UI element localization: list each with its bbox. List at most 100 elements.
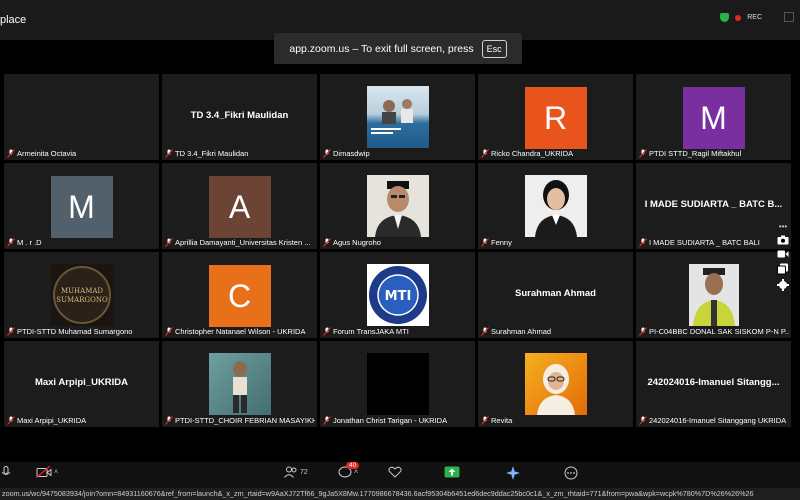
participant-tile[interactable]: M PTDI STTD_Ragil Miftakhul [636, 74, 791, 160]
participant-name-row: Ricko Chandra_UKRIDA [481, 149, 631, 158]
participant-name-row: PTDI-STTD Muhamad Sumargono [7, 327, 157, 336]
participant-logo: MUHAMAD SUMARGONO [50, 264, 113, 326]
participant-display-name: I MADE SUDIARTA _ BATC B... [644, 199, 783, 210]
microphone-icon [1, 466, 11, 475]
mute-control[interactable] [0, 466, 12, 478]
participant-tile[interactable]: PTDI-STTD_CHOIR FEBRIAN MASAYIKH [162, 341, 317, 427]
participant-tile[interactable]: MUHAMAD SUMARGONO PTDI-STTD Muhamad Sumar… [4, 252, 159, 338]
participant-name-row: TD 3.4_Fikri Maulidan [165, 149, 315, 158]
mic-muted-icon [323, 149, 331, 158]
mic-muted-icon [7, 416, 15, 425]
participant-name-row: Agus Nugroho [323, 238, 473, 247]
participant-tile[interactable]: MTI Forum TransJAKA MTI [320, 252, 475, 338]
chat-button[interactable]: 40 ˄ [338, 462, 360, 478]
participant-tile[interactable]: TD 3.4_Fikri Maulidan TD 3.4_Fikri Mauli… [162, 74, 317, 160]
mic-muted-icon [165, 149, 173, 158]
participant-tile[interactable]: Surahman Ahmad Surahman Ahmad [478, 252, 633, 338]
participant-tile[interactable]: Revita [478, 341, 633, 427]
participant-display-name: Maxi Arpipi_UKRIDA [34, 377, 129, 388]
gallery-view-icon[interactable] [784, 12, 794, 22]
participant-tile[interactable]: R Ricko Chandra_UKRIDA [478, 74, 633, 160]
mic-muted-icon [481, 327, 489, 336]
logo-text-line-1: MUHAMAD [60, 287, 102, 295]
side-tools: ••• [774, 222, 792, 291]
record-dot-icon [735, 14, 742, 21]
participant-name: PTDI-STTD_CHOIR FEBRIAN MASAYIKH [175, 416, 315, 425]
mic-muted-icon [165, 238, 173, 247]
participant-tile[interactable]: C Christopher Natanael Wilson - UKRIDA [162, 252, 317, 338]
participant-name: Revita [491, 416, 513, 425]
gear-icon[interactable] [777, 279, 789, 291]
more-button[interactable] [564, 466, 578, 480]
participant-tile[interactable]: 242024016-Imanuel Sitangg... 242024016-I… [636, 341, 791, 427]
participant-tile[interactable]: Agus Nugroho [320, 163, 475, 249]
participant-tile[interactable]: I MADE SUDIARTA _ BATC B... I MADE SUDIA… [636, 163, 791, 249]
participant-tile[interactable]: PI-C04BBC DONAL SAK SISKOM P-N P... [636, 252, 791, 338]
participant-name: Forum TransJAKA MTI [333, 327, 409, 336]
layers-icon[interactable] [777, 263, 789, 275]
chevron-up-icon[interactable]: ˄ [354, 469, 358, 476]
video-gallery: Armeinita Octavia TD 3.4_Fikri Maulidan … [4, 74, 792, 428]
participant-tile[interactable]: Maxi Arpipi_UKRIDA Maxi Arpipi_UKRIDA [4, 341, 159, 427]
participant-name: I MADE SUDIARTA _ BATC BALI [649, 238, 760, 247]
chat-unread-badge: 40 [346, 462, 360, 469]
participant-logo: MTI [366, 264, 429, 326]
participant-name-row: Revita [481, 416, 631, 425]
mic-muted-icon [323, 238, 331, 247]
participant-name-row: Jonathan Christ Tarigan - UKRIDA [323, 416, 473, 425]
more-options-icon[interactable]: ••• [779, 222, 787, 231]
participant-name-row: Aprillia Damayanti_Universitas Kristen .… [165, 238, 315, 247]
participant-tile[interactable]: M M . r .D [4, 163, 159, 249]
participant-photo [688, 264, 739, 326]
mic-muted-icon [639, 416, 647, 425]
fullscreen-banner: app.zoom.us – To exit full screen, press… [274, 33, 522, 64]
mic-muted-icon [323, 416, 331, 425]
participant-avatar: M [682, 87, 745, 149]
chevron-up-icon[interactable]: ˄ [54, 469, 58, 476]
participant-tile[interactable]: A Aprillia Damayanti_Universitas Kristen… [162, 163, 317, 249]
participant-name: Jonathan Christ Tarigan - UKRIDA [333, 416, 448, 425]
participant-tile[interactable]: Dimasdwip [320, 74, 475, 160]
participant-name: Fenny [491, 238, 512, 247]
share-screen-button[interactable] [444, 466, 460, 478]
mic-muted-icon [323, 327, 331, 336]
participant-name-row: Fenny [481, 238, 631, 247]
participant-name-row: M . r .D [7, 238, 157, 247]
participant-tile[interactable]: Jonathan Christ Tarigan - UKRIDA [320, 341, 475, 427]
recording-label: REC [747, 14, 762, 21]
address-bar[interactable]: zoom.us/wc/9475083934/join?omn=849311606… [0, 488, 800, 500]
participant-tile[interactable]: Armeinita Octavia [4, 74, 159, 160]
participant-photo [366, 175, 429, 237]
participant-display-name: TD 3.4_Fikri Maulidan [190, 110, 289, 121]
camera-icon[interactable] [777, 235, 789, 245]
participant-name: Maxi Arpipi_UKRIDA [17, 416, 87, 425]
participant-photo [524, 353, 587, 415]
view-controls [784, 12, 794, 22]
participant-avatar: C [208, 265, 271, 327]
video-icon[interactable] [777, 249, 789, 259]
participant-photo [366, 86, 429, 148]
participant-name-row: Armeinita Octavia [7, 149, 157, 158]
participant-name: Agus Nugroho [333, 238, 381, 247]
participant-name: PTDI-STTD Muhamad Sumargono [17, 327, 133, 336]
participant-avatar: M [50, 176, 113, 238]
banner-text: app.zoom.us – To exit full screen, press [289, 42, 474, 55]
participant-avatar: A [208, 176, 271, 238]
mic-muted-icon [639, 149, 647, 158]
video-control[interactable]: ˄ [36, 466, 58, 478]
chat-icon-wrap: 40 [338, 462, 360, 478]
ai-companion-button[interactable] [506, 466, 520, 480]
participant-tile[interactable]: Fenny [478, 163, 633, 249]
participant-name: TD 3.4_Fikri Maulidan [175, 149, 249, 158]
shield-icon [720, 13, 730, 22]
participant-name: Christopher Natanael Wilson - UKRIDA [175, 327, 306, 336]
mic-muted-icon [165, 416, 173, 425]
participants-button[interactable]: 72 [284, 466, 308, 478]
participant-name-row: Christopher Natanael Wilson - UKRIDA [165, 327, 315, 336]
mic-muted-icon [639, 327, 647, 336]
recording-indicator[interactable]: REC [720, 13, 762, 22]
participant-name: Surahman Ahmad [491, 327, 552, 336]
reactions-button[interactable] [388, 466, 402, 478]
participant-name: Armeinita Octavia [17, 149, 77, 158]
meeting-toolbar: ˄ 72 40 ˄ [0, 462, 800, 488]
